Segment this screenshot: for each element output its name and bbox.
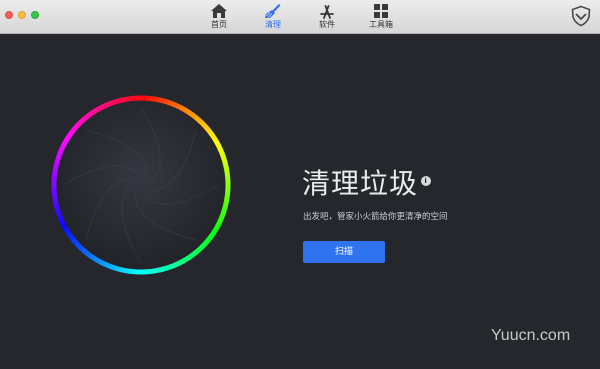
title-bar: 首页 清理 软件 工具箱 xyxy=(0,0,600,34)
scan-button[interactable]: 扫描 xyxy=(303,241,385,263)
watermark-text: Yuucn.com xyxy=(491,327,571,344)
home-icon xyxy=(211,4,227,18)
tab-home[interactable]: 首页 xyxy=(197,3,241,31)
info-icon[interactable]: i xyxy=(421,176,432,186)
tab-toolbox[interactable]: 工具箱 xyxy=(359,3,403,31)
page-title: 清理垃圾 i xyxy=(302,167,432,201)
minimize-window-button[interactable] xyxy=(18,11,26,19)
close-window-button[interactable] xyxy=(5,11,13,19)
clean-panel: 清理垃圾 i 出发吧，管家小火箭给你更清净的空间 扫描 xyxy=(0,34,600,369)
grid-icon xyxy=(374,4,388,18)
tab-home-label: 首页 xyxy=(211,20,227,29)
color-wheel-graphic xyxy=(51,95,231,275)
page-title-text: 清理垃圾 xyxy=(302,167,419,200)
maximize-window-button[interactable] xyxy=(31,11,39,19)
app-window: 首页 清理 软件 工具箱 清理垃圾 i 出发吧，管家小火箭给你更清净的空间 扫描… xyxy=(0,0,600,369)
tab-clean[interactable]: 清理 xyxy=(251,3,295,31)
app-store-icon xyxy=(320,5,334,19)
page-subtitle: 出发吧，管家小火箭给你更清净的空间 xyxy=(303,212,448,222)
tab-toolbox-label: 工具箱 xyxy=(369,20,393,29)
tab-clean-label: 清理 xyxy=(265,20,281,29)
shield-icon[interactable] xyxy=(570,5,592,27)
broom-icon xyxy=(265,4,281,18)
tab-software-label: 软件 xyxy=(319,20,335,29)
tab-software[interactable]: 软件 xyxy=(305,3,349,31)
